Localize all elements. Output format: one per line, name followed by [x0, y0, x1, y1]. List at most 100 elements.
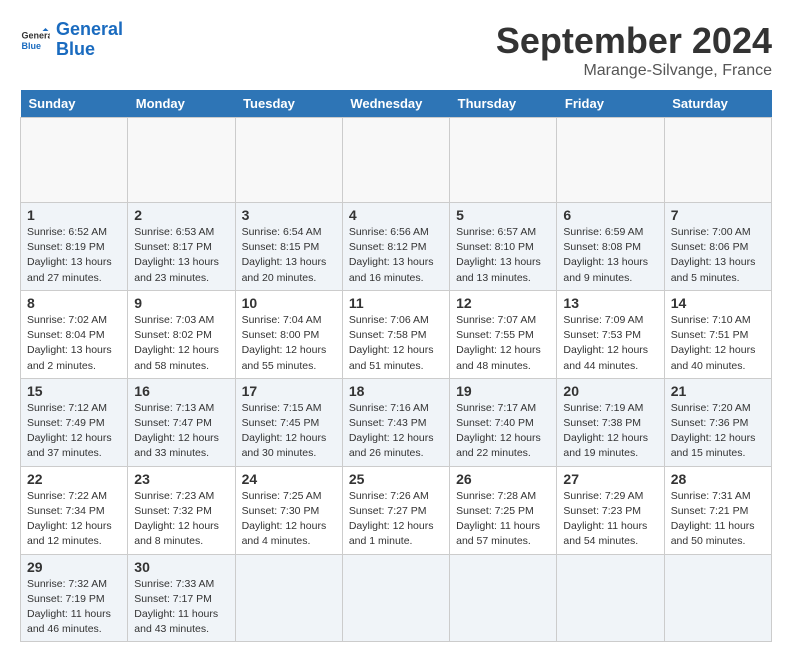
day-number: 6 [563, 207, 657, 223]
day-info: Sunrise: 6:54 AM Sunset: 8:15 PM Dayligh… [242, 225, 336, 286]
day-number: 26 [456, 471, 550, 487]
col-header-saturday: Saturday [664, 90, 771, 118]
calendar-week-row: 22Sunrise: 7:22 AM Sunset: 7:34 PM Dayli… [21, 466, 772, 554]
day-number: 15 [27, 383, 121, 399]
day-number: 13 [563, 295, 657, 311]
calendar-week-row [21, 118, 772, 203]
day-number: 3 [242, 207, 336, 223]
calendar-cell: 18 Sunrise: 7:16 AM Sunset: 7:43 PM Dayli… [342, 378, 449, 466]
day-number: 14 [671, 295, 765, 311]
calendar-cell: 4Sunrise: 6:56 AM Sunset: 8:12 PM Daylig… [342, 203, 449, 291]
day-info: Sunrise: 7:16 AM Sunset: 7:43 PM Dayligh… [349, 401, 443, 462]
calendar-cell: 1Sunrise: 6:52 AM Sunset: 8:19 PM Daylig… [21, 203, 128, 291]
calendar-cell: 11Sunrise: 7:06 AM Sunset: 7:58 PM Dayli… [342, 290, 449, 378]
day-info: Sunrise: 7:13 AM Sunset: 7:47 PM Dayligh… [134, 401, 228, 462]
calendar-header-row: SundayMondayTuesdayWednesdayThursdayFrid… [21, 90, 772, 118]
day-info: Sunrise: 7:33 AM Sunset: 7:17 PM Dayligh… [134, 577, 228, 638]
calendar-cell: 15 Sunrise: 7:12 AM Sunset: 7:49 PM Dayli… [21, 378, 128, 466]
calendar-cell: 12Sunrise: 7:07 AM Sunset: 7:55 PM Dayli… [450, 290, 557, 378]
calendar-cell [557, 118, 664, 203]
day-info: Sunrise: 7:17 AM Sunset: 7:40 PM Dayligh… [456, 401, 550, 462]
day-number: 20 [563, 383, 657, 399]
day-number: 25 [349, 471, 443, 487]
day-number: 2 [134, 207, 228, 223]
calendar-cell: 8Sunrise: 7:02 AM Sunset: 8:04 PM Daylig… [21, 290, 128, 378]
day-info: Sunrise: 7:12 AM Sunset: 7:49 PM Dayligh… [27, 401, 121, 462]
day-number: 29 [27, 559, 121, 575]
day-info: Sunrise: 7:15 AM Sunset: 7:45 PM Dayligh… [242, 401, 336, 462]
calendar-cell: 25 Sunrise: 7:26 AM Sunset: 7:27 PM Dayli… [342, 466, 449, 554]
calendar-cell [235, 118, 342, 203]
day-info: Sunrise: 7:28 AM Sunset: 7:25 PM Dayligh… [456, 489, 550, 550]
day-number: 5 [456, 207, 550, 223]
calendar-week-row: 29Sunrise: 7:32 AM Sunset: 7:19 PM Dayli… [21, 554, 772, 642]
day-info: Sunrise: 7:26 AM Sunset: 7:27 PM Dayligh… [349, 489, 443, 550]
col-header-sunday: Sunday [21, 90, 128, 118]
calendar-cell [342, 118, 449, 203]
calendar-cell [664, 118, 771, 203]
day-number: 10 [242, 295, 336, 311]
day-number: 18 [349, 383, 443, 399]
title-section: September 2024 Marange-Silvange, France [496, 20, 772, 80]
calendar-cell [450, 118, 557, 203]
day-number: 12 [456, 295, 550, 311]
day-number: 28 [671, 471, 765, 487]
calendar-cell: 10Sunrise: 7:04 AM Sunset: 8:00 PM Dayli… [235, 290, 342, 378]
logo-general: General [56, 19, 123, 39]
calendar-cell: 17Sunrise: 7:15 AM Sunset: 7:45 PM Dayli… [235, 378, 342, 466]
svg-text:General: General [22, 30, 51, 40]
calendar-cell [664, 554, 771, 642]
day-number: 11 [349, 295, 443, 311]
calendar-cell: 29Sunrise: 7:32 AM Sunset: 7:19 PM Dayli… [21, 554, 128, 642]
day-info: Sunrise: 7:02 AM Sunset: 8:04 PM Dayligh… [27, 313, 121, 374]
calendar-cell: 3 Sunrise: 6:54 AM Sunset: 8:15 PM Daylig… [235, 203, 342, 291]
logo: General Blue General Blue [20, 20, 123, 60]
day-info: Sunrise: 6:52 AM Sunset: 8:19 PM Dayligh… [27, 225, 121, 286]
day-number: 21 [671, 383, 765, 399]
day-number: 27 [563, 471, 657, 487]
calendar-cell: 2 Sunrise: 6:53 AM Sunset: 8:17 PM Daylig… [128, 203, 235, 291]
day-number: 22 [27, 471, 121, 487]
day-info: Sunrise: 7:29 AM Sunset: 7:23 PM Dayligh… [563, 489, 657, 550]
col-header-friday: Friday [557, 90, 664, 118]
day-info: Sunrise: 7:25 AM Sunset: 7:30 PM Dayligh… [242, 489, 336, 550]
col-header-thursday: Thursday [450, 90, 557, 118]
day-number: 16 [134, 383, 228, 399]
day-info: Sunrise: 7:31 AM Sunset: 7:21 PM Dayligh… [671, 489, 765, 550]
day-number: 24 [242, 471, 336, 487]
calendar-cell [557, 554, 664, 642]
day-info: Sunrise: 7:19 AM Sunset: 7:38 PM Dayligh… [563, 401, 657, 462]
day-number: 23 [134, 471, 228, 487]
calendar-table: SundayMondayTuesdayWednesdayThursdayFrid… [20, 90, 772, 642]
calendar-week-row: 1Sunrise: 6:52 AM Sunset: 8:19 PM Daylig… [21, 203, 772, 291]
calendar-week-row: 8Sunrise: 7:02 AM Sunset: 8:04 PM Daylig… [21, 290, 772, 378]
day-number: 30 [134, 559, 228, 575]
calendar-cell [342, 554, 449, 642]
day-info: Sunrise: 7:23 AM Sunset: 7:32 PM Dayligh… [134, 489, 228, 550]
calendar-cell: 21Sunrise: 7:20 AM Sunset: 7:36 PM Dayli… [664, 378, 771, 466]
day-info: Sunrise: 7:00 AM Sunset: 8:06 PM Dayligh… [671, 225, 765, 286]
calendar-cell: 16 Sunrise: 7:13 AM Sunset: 7:47 PM Dayli… [128, 378, 235, 466]
day-info: Sunrise: 6:56 AM Sunset: 8:12 PM Dayligh… [349, 225, 443, 286]
calendar-cell: 23 Sunrise: 7:23 AM Sunset: 7:32 PM Dayli… [128, 466, 235, 554]
calendar-cell [450, 554, 557, 642]
col-header-tuesday: Tuesday [235, 90, 342, 118]
calendar-cell: 13 Sunrise: 7:09 AM Sunset: 7:53 PM Dayli… [557, 290, 664, 378]
logo-icon: General Blue [20, 25, 50, 55]
calendar-cell: 19Sunrise: 7:17 AM Sunset: 7:40 PM Dayli… [450, 378, 557, 466]
calendar-cell: 14 Sunrise: 7:10 AM Sunset: 7:51 PM Dayli… [664, 290, 771, 378]
page-header: General Blue General Blue September 2024… [20, 20, 772, 80]
calendar-cell: 22Sunrise: 7:22 AM Sunset: 7:34 PM Dayli… [21, 466, 128, 554]
calendar-cell: 28 Sunrise: 7:31 AM Sunset: 7:21 PM Dayli… [664, 466, 771, 554]
day-number: 7 [671, 207, 765, 223]
day-info: Sunrise: 6:59 AM Sunset: 8:08 PM Dayligh… [563, 225, 657, 286]
calendar-cell [235, 554, 342, 642]
calendar-cell: 6 Sunrise: 6:59 AM Sunset: 8:08 PM Daylig… [557, 203, 664, 291]
day-info: Sunrise: 7:10 AM Sunset: 7:51 PM Dayligh… [671, 313, 765, 374]
month-title: September 2024 [496, 20, 772, 62]
logo-text: General Blue [56, 20, 123, 60]
day-number: 9 [134, 295, 228, 311]
calendar-cell: 20 Sunrise: 7:19 AM Sunset: 7:38 PM Dayli… [557, 378, 664, 466]
day-info: Sunrise: 7:09 AM Sunset: 7:53 PM Dayligh… [563, 313, 657, 374]
day-info: Sunrise: 6:53 AM Sunset: 8:17 PM Dayligh… [134, 225, 228, 286]
